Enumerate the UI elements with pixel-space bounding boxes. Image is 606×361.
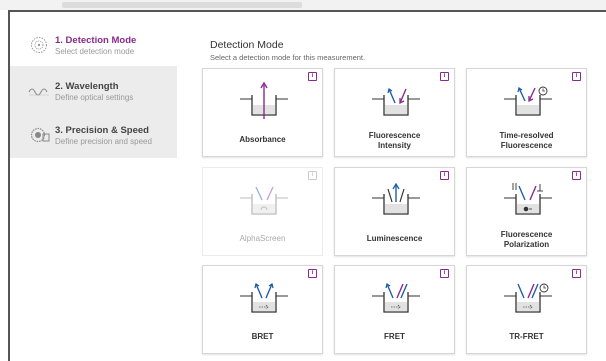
mode-label-line2: Polarization	[503, 240, 550, 249]
mode-card-time-resolved-fluorescence[interactable]: i Time-resolved Fluorescence	[466, 68, 587, 157]
info-icon[interactable]: i	[572, 269, 581, 278]
tr-fret-icon	[504, 283, 552, 313]
mode-label-line1: Fluorescence	[368, 131, 421, 140]
mode-card-fret[interactable]: i FRET	[334, 265, 455, 354]
wizard-frame: 1. Detection Mode Select detection mode …	[8, 10, 606, 361]
fret-icon	[372, 282, 420, 313]
step-precision-speed[interactable]: 3. Precision & Speed Define precision an…	[10, 114, 177, 156]
mode-label-line1: Time-resolved	[499, 131, 554, 140]
steps-sidebar: 1. Detection Mode Select detection mode …	[10, 24, 200, 158]
fluorescence-polarization-icon	[504, 183, 552, 215]
step-title: 3. Precision & Speed	[55, 125, 149, 136]
mode-card-alphascreen: i AlphaScreen	[202, 167, 323, 256]
mode-label: AlphaScreen	[239, 234, 286, 243]
wavelength-icon	[28, 88, 49, 96]
mode-label: FRET	[384, 332, 405, 341]
mode-card-tr-fret[interactable]: i TR-FRET	[466, 265, 587, 354]
info-icon: i	[308, 171, 317, 180]
mode-label: Time-resolved Fluorescence	[467, 131, 586, 151]
step-wavelength[interactable]: 2. Wavelength Define optical settings	[10, 70, 177, 112]
mode-label-line1: Fluorescence	[500, 230, 553, 239]
absorbance-icon	[240, 81, 288, 119]
bret-icon	[240, 282, 288, 313]
page-subtitle: Select a detection mode for this measure…	[210, 53, 366, 62]
alphascreen-icon	[240, 186, 288, 215]
step-title: 2. Wavelength	[55, 81, 119, 92]
info-icon[interactable]: i	[440, 72, 449, 81]
info-icon[interactable]: i	[440, 269, 449, 278]
step-title: 1. Detection Mode	[55, 35, 137, 46]
mode-card-bret[interactable]: i BRET	[202, 265, 323, 354]
step-subtitle: Define precision and speed	[55, 137, 152, 146]
info-icon[interactable]: i	[572, 171, 581, 180]
detection-mode-icon	[31, 37, 47, 53]
mode-label: Absorbance	[239, 135, 286, 144]
mode-label: Luminescence	[366, 234, 423, 243]
info-icon[interactable]: i	[308, 269, 317, 278]
mode-card-absorbance[interactable]: i Absorbance	[202, 68, 323, 157]
mode-label: BRET	[251, 332, 274, 341]
precision-speed-icon	[30, 127, 50, 143]
mode-label: Fluorescence Intensity	[335, 131, 454, 151]
info-icon[interactable]: i	[440, 171, 449, 180]
luminescence-icon	[372, 182, 420, 215]
mode-label: TR-FRET	[509, 332, 544, 341]
mode-label: Fluorescence Polarization	[467, 230, 586, 250]
mode-card-luminescence[interactable]: i Luminescence	[334, 167, 455, 256]
mode-label-line2: Fluorescence	[500, 141, 553, 150]
mode-card-fluorescence-polarization[interactable]: i Fluorescence Polarization	[466, 167, 587, 256]
info-icon[interactable]: i	[308, 72, 317, 81]
mode-label-line2: Intensity	[378, 141, 411, 150]
window-top-bar	[0, 0, 606, 10]
fluorescence-intensity-icon	[372, 87, 420, 116]
time-resolved-fluorescence-icon	[504, 86, 552, 116]
info-icon[interactable]: i	[572, 72, 581, 81]
page-title: Detection Mode	[210, 39, 284, 51]
title-bar-handle	[62, 2, 302, 8]
mode-card-fluorescence-intensity[interactable]: i Fluorescence Intensity	[334, 68, 455, 157]
step-detection-mode[interactable]: 1. Detection Mode Select detection mode	[10, 24, 200, 66]
step-subtitle: Define optical settings	[55, 93, 134, 102]
step-subtitle: Select detection mode	[55, 47, 135, 56]
